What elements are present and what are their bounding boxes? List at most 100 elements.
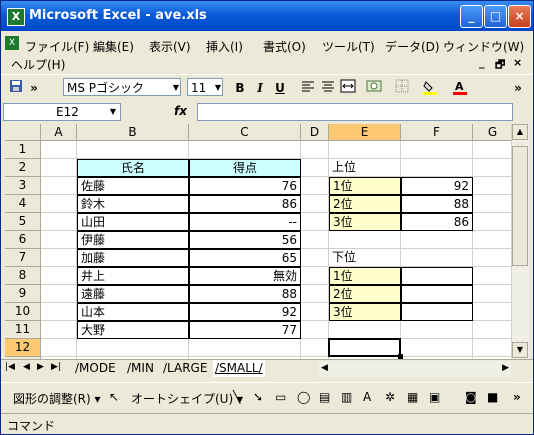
cell-e10[interactable]: 3位 [329, 303, 401, 321]
cell-e2[interactable]: 上位 [329, 159, 401, 177]
cell-b10[interactable]: 山本 [77, 303, 189, 321]
vertical-scroll-thumb[interactable] [512, 146, 528, 266]
menu-file[interactable]: ファイル(F) [25, 38, 89, 55]
worksheet-grid[interactable]: ABCDEFG12345678910111213氏名得点佐藤76鈴木86山田--… [5, 124, 511, 359]
scroll-down-icon[interactable]: ▼ [512, 342, 528, 358]
align-center-icon[interactable] [319, 79, 337, 97]
column-header-e[interactable]: E [329, 124, 401, 141]
sheet-tab-small[interactable]: /SMALL/ [213, 360, 265, 377]
cell-f8[interactable] [401, 267, 473, 285]
adjust-shapes-menu[interactable]: 図形の調整(R) ▾ [13, 390, 101, 407]
cell-c8[interactable]: 無効 [189, 267, 301, 285]
row-header-2[interactable]: 2 [5, 159, 41, 177]
font-name-dropdown[interactable]: MS Pゴシック ▼ [63, 78, 181, 96]
camera-icon[interactable]: ◙ [465, 390, 477, 404]
select-all-corner[interactable] [5, 124, 41, 141]
cell-c7[interactable]: 65 [189, 249, 301, 267]
menu-format[interactable]: 書式(O) [263, 38, 306, 55]
cell-b2[interactable]: 氏名 [77, 159, 189, 177]
minimize-button[interactable]: _ [460, 5, 483, 28]
row-header-1[interactable]: 1 [5, 141, 41, 159]
cell-c10[interactable]: 92 [189, 303, 301, 321]
cell-f5[interactable]: 86 [401, 213, 473, 231]
next-sheet-icon[interactable]: ▶ [37, 362, 44, 372]
cell-f9[interactable] [401, 285, 473, 303]
row-header-7[interactable]: 7 [5, 249, 41, 267]
row-header-3[interactable]: 3 [5, 177, 41, 195]
excel-app-icon[interactable]: X [7, 8, 25, 26]
cell-c9[interactable]: 88 [189, 285, 301, 303]
scroll-right-icon[interactable]: ▶ [502, 363, 509, 373]
vertical-scrollbar[interactable]: ▲ ▼ [511, 124, 529, 359]
cell-e8[interactable]: 1位 [329, 267, 401, 285]
fill-color-icon[interactable] [421, 79, 439, 97]
cell-e7[interactable]: 下位 [329, 249, 401, 267]
cell-c3[interactable]: 76 [189, 177, 301, 195]
cell-c5[interactable]: -- [189, 213, 301, 231]
line-icon[interactable]: ╲ [233, 390, 240, 404]
cell-f10[interactable] [401, 303, 473, 321]
scroll-left-icon[interactable]: ◀ [321, 363, 328, 373]
font-color-icon[interactable]: A [451, 79, 469, 97]
column-header-d[interactable]: D [301, 124, 329, 141]
align-left-icon[interactable] [299, 79, 317, 97]
row-header-11[interactable]: 11 [5, 321, 41, 339]
cell-e4[interactable]: 2位 [329, 195, 401, 213]
maximize-button[interactable]: □ [484, 5, 507, 28]
sheet-tab-min[interactable]: /MIN [125, 360, 156, 377]
cell-e3[interactable]: 1位 [329, 177, 401, 195]
textbox-icon[interactable]: ▤ [319, 390, 330, 404]
row-header-6[interactable]: 6 [5, 231, 41, 249]
row-header-10[interactable]: 10 [5, 303, 41, 321]
cell-b8[interactable]: 井上 [77, 267, 189, 285]
cell-e5[interactable]: 3位 [329, 213, 401, 231]
save-icon[interactable] [7, 79, 25, 97]
cell-b4[interactable]: 鈴木 [77, 195, 189, 213]
menu-data[interactable]: データ(D) [385, 38, 440, 55]
wordart-icon[interactable]: A [363, 390, 371, 404]
merge-center-icon[interactable] [339, 79, 357, 97]
cell-c2[interactable]: 得点 [189, 159, 301, 177]
menu-help[interactable]: ヘルプ(H) [11, 56, 65, 73]
bold-button[interactable]: B [231, 79, 249, 97]
workbook-restore-button[interactable]: 🗗 [495, 56, 505, 75]
row-header-12[interactable]: 12 [5, 339, 41, 357]
last-sheet-icon[interactable]: ▶| [51, 362, 61, 372]
cell-c4[interactable]: 86 [189, 195, 301, 213]
menu-tools[interactable]: ツール(T) [322, 38, 375, 55]
rectangle-icon[interactable]: ▭ [275, 390, 286, 404]
cell-b9[interactable]: 遠藤 [77, 285, 189, 303]
currency-icon[interactable] [365, 79, 383, 97]
cell-b6[interactable]: 伊藤 [77, 231, 189, 249]
cell-f4[interactable]: 88 [401, 195, 473, 213]
vertical-textbox-icon[interactable]: ▥ [341, 390, 352, 404]
row-header-4[interactable]: 4 [5, 195, 41, 213]
font-size-dropdown[interactable]: 11 ▼ [187, 78, 223, 96]
name-box[interactable]: E12 ▼ [3, 103, 121, 121]
autoshape-menu[interactable]: オートシェイプ(U) ▾ [131, 390, 243, 407]
row-header-9[interactable]: 9 [5, 285, 41, 303]
oval-icon[interactable]: ◯ [297, 390, 310, 404]
toolbar-more-icon[interactable]: » [513, 390, 521, 404]
menu-edit[interactable]: 編集(E) [93, 38, 134, 55]
cell-b5[interactable]: 山田 [77, 213, 189, 231]
active-cell-e12[interactable] [328, 338, 401, 357]
row-header-8[interactable]: 8 [5, 267, 41, 285]
column-header-a[interactable]: A [41, 124, 77, 141]
toolbar-more-icon[interactable]: » [509, 79, 527, 97]
cell-c11[interactable]: 77 [189, 321, 301, 339]
cell-e9[interactable]: 2位 [329, 285, 401, 303]
first-sheet-icon[interactable]: |◀ [5, 362, 15, 372]
close-button[interactable]: × [508, 5, 531, 28]
menu-view[interactable]: 表示(V) [149, 38, 191, 55]
menu-window[interactable]: ウィンドウ(W) [443, 38, 524, 55]
underline-button[interactable]: U [271, 79, 289, 97]
italic-button[interactable]: I [251, 79, 269, 97]
column-header-g[interactable]: G [473, 124, 511, 141]
title-bar[interactable]: X Microsoft Excel - ave.xls _ □ × [1, 1, 533, 31]
horizontal-scrollbar[interactable]: ◀ ▶ [319, 361, 511, 377]
diagram-icon[interactable]: ✲ [385, 390, 395, 404]
toolbar-more-icon[interactable]: » [25, 79, 43, 97]
column-header-f[interactable]: F [401, 124, 473, 141]
row-header-5[interactable]: 5 [5, 213, 41, 231]
